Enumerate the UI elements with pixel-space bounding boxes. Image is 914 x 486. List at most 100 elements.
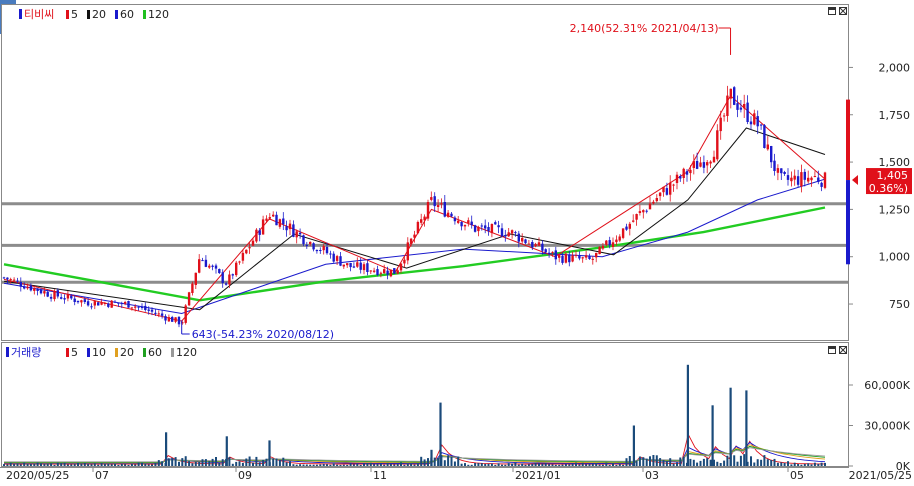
maximize-icon-bar [829, 347, 835, 349]
candle-body [80, 300, 83, 303]
candle-body [682, 168, 685, 178]
volume-bar [386, 462, 389, 466]
price-y-tick-label: 1,750 [879, 109, 911, 122]
candle-body [332, 253, 335, 262]
volume-bar [750, 456, 752, 466]
legend-swatch [171, 348, 174, 357]
candle-body [638, 211, 642, 213]
volume-bar [443, 460, 446, 466]
volume-bar [400, 462, 402, 466]
volume-bar [803, 463, 806, 466]
candle-body [36, 288, 39, 291]
candle-body [823, 172, 827, 188]
volume-bar [756, 459, 759, 466]
candle-body [655, 198, 658, 202]
candle-body [534, 244, 537, 247]
volume-bar [167, 458, 170, 466]
candle-body [164, 316, 167, 321]
candle-body [776, 168, 780, 173]
volume-bar [760, 459, 763, 466]
legend-ma-label: 60 [148, 346, 162, 359]
candle-body [134, 306, 137, 308]
volume-bar [709, 459, 712, 466]
candle-body [194, 272, 197, 285]
candle-body [184, 305, 187, 323]
volume-bar [726, 455, 729, 466]
volume-bar [363, 463, 365, 466]
volume-bar [3, 464, 5, 466]
candle-body [171, 317, 174, 322]
x-axis-label: 07 [95, 469, 109, 482]
candle-body [379, 272, 383, 274]
candle-body [716, 130, 719, 160]
candle-body [551, 251, 554, 253]
candle-body [517, 233, 520, 242]
candle-body [564, 253, 568, 263]
volume-bar [97, 464, 100, 466]
candle-body [123, 302, 127, 304]
candle-body [386, 270, 389, 275]
candle-body [221, 272, 224, 283]
candle-body [463, 225, 467, 227]
volume-bar [80, 463, 83, 466]
volume-bar [208, 461, 211, 466]
candle-body [39, 290, 43, 294]
candle-body [719, 117, 722, 132]
volume-bar [201, 459, 204, 466]
volume-bar [406, 463, 409, 466]
x-axis-label: 11 [373, 469, 387, 482]
candle-body [56, 290, 59, 297]
volume-bar [356, 463, 359, 466]
volume-bar [373, 464, 376, 466]
volume-bar [739, 455, 742, 466]
candle-body [497, 225, 500, 228]
candle-body [120, 303, 123, 305]
volume-bar [702, 458, 705, 466]
volume-bar [171, 457, 174, 466]
candle-body [339, 256, 342, 266]
volume-bar [716, 461, 719, 466]
candle-body [531, 242, 534, 248]
volume-bar [265, 458, 268, 466]
candle-body [635, 214, 638, 220]
volume-bar [427, 458, 429, 466]
candle-body [16, 280, 19, 282]
candle-body [335, 256, 339, 261]
volume-bar [824, 462, 826, 466]
candle-body [591, 258, 594, 260]
candle-body [537, 242, 541, 246]
candle-body [46, 291, 49, 297]
candle-body [817, 177, 820, 182]
volume-bar [379, 463, 382, 466]
candle-body [211, 265, 214, 267]
candle-body [376, 269, 379, 275]
candle-body [319, 250, 322, 251]
candle-body [642, 210, 645, 213]
volume-spike [165, 432, 168, 466]
candle-body [208, 265, 211, 268]
volume-spike [686, 364, 689, 466]
volume-bar [376, 463, 379, 466]
volume-bar [820, 462, 823, 466]
volume-bar [141, 462, 143, 466]
candle-body [672, 184, 675, 186]
volume-bar [450, 456, 453, 466]
candle-body [753, 113, 756, 125]
candle-body [803, 171, 806, 180]
volume-bar [770, 460, 773, 466]
volume-bar [275, 458, 278, 466]
candle-body [248, 247, 251, 249]
volume-bar [6, 464, 9, 466]
volume-bar [107, 463, 110, 466]
candle-body [726, 95, 729, 116]
volume-bar [568, 464, 571, 466]
candle-body [467, 220, 470, 224]
candle-body [349, 263, 352, 268]
candle-body [396, 270, 399, 274]
candle-body [29, 285, 33, 291]
candle-body [238, 261, 241, 263]
volume-bar [9, 462, 12, 466]
legend-swatch [115, 348, 118, 357]
volume-bar [672, 463, 675, 466]
volume-bar [625, 458, 628, 466]
